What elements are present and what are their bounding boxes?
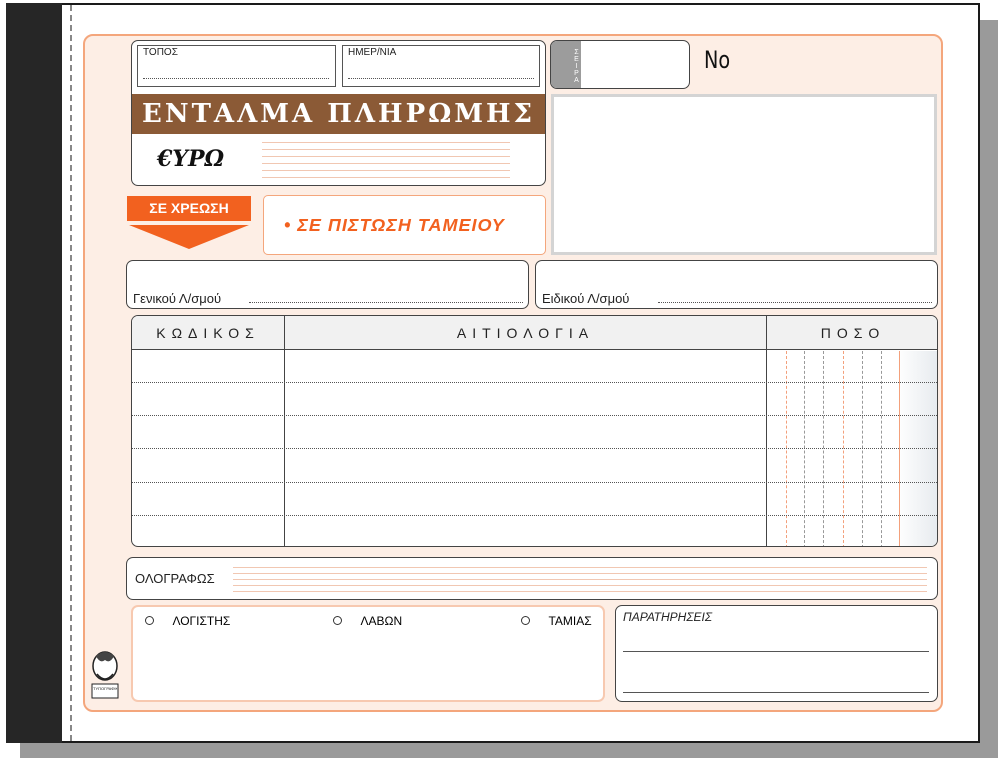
table-row[interactable] — [132, 448, 937, 449]
signature-recipient[interactable]: ΛΑΒΩΝ — [333, 612, 402, 630]
special-ledger-label: Ειδικού Λ/σμού — [542, 291, 630, 306]
amount-guide — [786, 351, 787, 546]
radio-circle-icon — [145, 616, 154, 626]
amount-guide — [881, 351, 882, 546]
recipient-box[interactable] — [551, 94, 937, 255]
series-label-strip: ΣΕΙΡΑ — [551, 41, 581, 88]
column-divider — [766, 316, 767, 546]
special-ledger-dots — [658, 302, 932, 303]
signatures-box: ΛΟΓΙΣΤΗΣ ΛΑΒΩΝ ΤΑΜΙΑΣ — [131, 605, 605, 702]
remarks-box[interactable]: ΠΑΡΑΤΗΡΗΣΕΙΣ — [615, 605, 938, 702]
amount-column-shade — [897, 351, 937, 546]
date-field[interactable]: ΗΜΕΡ/ΝΙΑ — [342, 45, 540, 87]
table-row[interactable] — [132, 515, 937, 516]
amount-guide — [899, 351, 900, 546]
currency-lines — [262, 142, 510, 178]
form-title: ΕΝΤΑΛΜΑ ΠΛΗΡΩΜΗΣ — [132, 94, 545, 134]
signature-cashier[interactable]: ΤΑΜΙΑΣ — [521, 612, 592, 630]
table-row[interactable] — [132, 382, 937, 383]
column-header-description: ΑΙΤΙΟΛΟΓΙΑ — [456, 325, 595, 341]
general-ledger-dots — [249, 302, 523, 303]
down-arrow-icon — [129, 225, 249, 249]
debit-label: ΣΕ ΧΡΕΩΣΗ — [127, 196, 251, 221]
radio-circle-icon — [521, 616, 530, 626]
credit-box: • ΣΕ ΠΙΣΤΩΣΗ ΤΑΜΕΙΟΥ — [263, 195, 546, 255]
signature-label: ΛΟΓΙΣΤΗΣ — [172, 613, 231, 628]
column-divider — [284, 316, 285, 546]
general-ledger-field[interactable]: Γενικού Λ/σμού — [126, 260, 529, 309]
table-row[interactable] — [132, 415, 937, 416]
column-header-code: ΚΩΔΙΚΟΣ — [156, 325, 260, 341]
date-dotted-line — [348, 78, 534, 79]
amount-in-words-lines — [233, 567, 927, 592]
column-header-amount: ΠΟΣΟ — [820, 325, 886, 341]
publisher-logo: ΤΥΠΟΓΡΑΦΙΚΟ — [88, 644, 124, 704]
amount-guide — [823, 351, 824, 546]
signature-label: ΛΑΒΩΝ — [360, 613, 403, 628]
remarks-label: ΠΑΡΑΤΗΡΗΣΕΙΣ — [623, 610, 713, 624]
radio-circle-icon — [333, 616, 342, 626]
place-label: ΤΟΠΟΣ — [143, 47, 178, 58]
series-label: ΣΕΙΡΑ — [573, 48, 580, 84]
amount-guide — [843, 351, 844, 546]
place-dotted-line — [143, 78, 329, 79]
signature-label: ΤΑΜΙΑΣ — [548, 613, 592, 628]
special-ledger-field[interactable]: Ειδικού Λ/σμού — [535, 260, 938, 309]
amount-guide — [862, 351, 863, 546]
number-label: No — [704, 46, 731, 74]
logo-emblem-icon — [91, 651, 119, 699]
entries-table: ΚΩΔΙΚΟΣ ΑΙΤΙΟΛΟΓΙΑ ΠΟΣΟ — [131, 315, 938, 547]
remarks-line — [623, 651, 929, 652]
amount-in-words-field[interactable]: ΟΛΟΓΡΑΦΩΣ — [126, 557, 938, 600]
date-label: ΗΜΕΡ/ΝΙΑ — [348, 47, 397, 58]
place-field[interactable]: ΤΟΠΟΣ — [137, 45, 336, 87]
debit-tab: ΣΕ ΧΡΕΩΣΗ — [127, 196, 251, 254]
credit-text: • ΣΕ ΠΙΣΤΩΣΗ ΤΑΜΕΙΟΥ — [284, 215, 505, 235]
signature-accountant[interactable]: ΛΟΓΙΣΤΗΣ — [145, 612, 230, 630]
perforation-line — [70, 5, 72, 741]
remarks-line — [623, 692, 929, 693]
book-binding-spine — [6, 3, 62, 743]
amount-in-words-label: ΟΛΟΓΡΑΦΩΣ — [135, 571, 215, 586]
logo-text: ΤΥΠΟΓΡΑΦΙΚΟ — [93, 686, 117, 691]
series-box[interactable]: ΣΕΙΡΑ — [550, 40, 690, 89]
table-row[interactable] — [132, 482, 937, 483]
currency-label: €ΥΡΩ — [157, 146, 225, 172]
general-ledger-label: Γενικού Λ/σμού — [133, 291, 222, 306]
amount-guide — [804, 351, 805, 546]
